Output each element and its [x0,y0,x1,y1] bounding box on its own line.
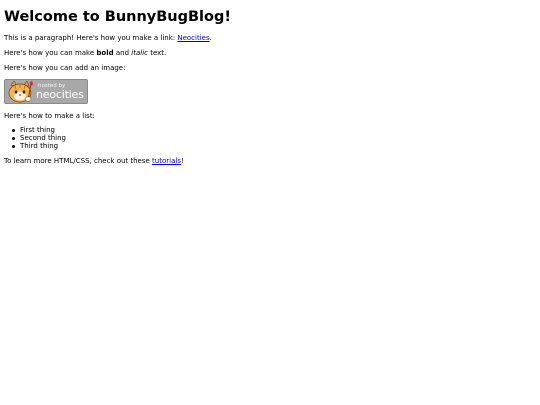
formatting-text-end: text. [147,49,167,57]
intro-paragraph: This is a paragraph! Here's how you make… [4,34,212,43]
badge-brand-text: neocities [36,88,84,101]
list-item: Second thing [12,134,66,142]
neocities-cat-icon [8,81,33,103]
list-item: First thing [12,126,66,134]
learn-more-paragraph: To learn more HTML/CSS, check out these … [4,157,184,166]
italic-text: italic [131,49,148,57]
image-paragraph: Here's how you can add an image: [4,64,126,72]
intro-text-end: . [209,34,212,42]
bullet-icon [12,136,15,140]
learn-more-text-end: ! [180,157,184,165]
formatting-paragraph: Here's how you can make bold and italic … [4,49,166,58]
formatting-text-mid: and [113,49,132,57]
sample-list: First thing Second thing Third thing [12,126,66,150]
formatting-text: Here's how you can make [4,49,97,57]
learn-more-text: To learn more HTML/CSS, check out these [4,157,153,165]
neocities-badge-image: hosted by neocities [4,79,88,104]
bold-text: bold [96,49,114,57]
bullet-icon [12,144,15,148]
page-title: Welcome to BunnyBugBlog! [4,9,231,25]
intro-text: This is a paragraph! Here's how you make… [4,34,178,42]
bullet-icon [12,128,15,132]
tutorials-link[interactable]: tutorials [152,157,181,165]
list-intro-paragraph: Here's how to make a list: [4,112,95,120]
list-item: Third thing [12,142,66,150]
neocities-link[interactable]: Neocities [177,34,209,42]
